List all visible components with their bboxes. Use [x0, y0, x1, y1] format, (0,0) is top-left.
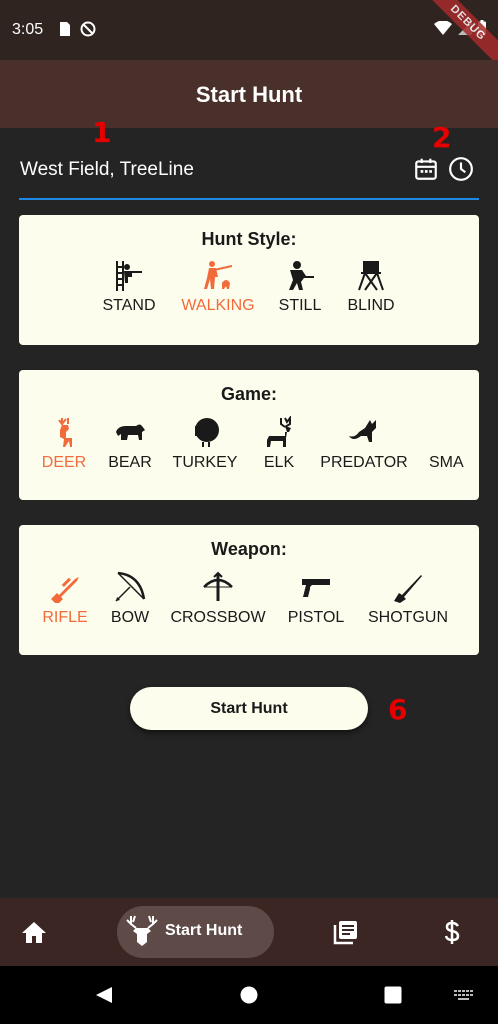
predator-icon	[349, 420, 376, 442]
journal-icon	[333, 921, 357, 945]
hunt-style-blind[interactable]: BLIND	[339, 259, 403, 315]
weapon-label: BOW	[110, 609, 150, 626]
bottom-nav: Start Hunt	[0, 898, 498, 966]
annotation-6: 6	[388, 693, 408, 726]
sd-card-icon	[60, 22, 70, 36]
weapon-label: PISTOL	[287, 609, 345, 626]
game-turkey[interactable]: TURKEY	[171, 416, 239, 472]
shotgun-icon	[394, 575, 422, 603]
crossbow-icon	[203, 571, 233, 601]
page-title: Start Hunt	[195, 82, 303, 107]
annotation-1: 1	[92, 116, 112, 149]
clock-icon[interactable]	[448, 156, 474, 182]
rifle-icon	[51, 577, 79, 603]
wifi-icon	[434, 20, 452, 35]
hunt-style-card: Hunt Style: STAND WALKING STILL BLIND	[19, 215, 479, 345]
elk-icon	[267, 416, 291, 447]
nav-pricing[interactable]	[432, 898, 472, 966]
game-label: TURKEY	[172, 454, 238, 471]
hunt-style-stand[interactable]: STAND	[99, 259, 159, 315]
game-label: BEAR	[108, 454, 152, 471]
no-disturb-icon	[80, 21, 96, 37]
hunt-style-label: STILL	[278, 297, 322, 314]
pistol-icon	[302, 579, 330, 597]
game-bear[interactable]: BEAR	[103, 416, 157, 472]
weapon-card: Weapon: RIFLE BOW CROSSBOW PISTOL SHOTGU…	[19, 525, 479, 655]
game-predator[interactable]: PREDATOR	[319, 416, 409, 472]
home-system-icon[interactable]	[240, 986, 258, 1004]
bear-icon	[116, 424, 145, 440]
game-small-game[interactable]: SMA	[423, 416, 479, 472]
weapon-bow[interactable]: BOW	[103, 571, 157, 627]
weapon-label: CROSSBOW	[170, 609, 266, 626]
keyboard-icon[interactable]	[454, 990, 474, 1002]
nav-active-label: Start Hunt	[165, 922, 243, 939]
location-input[interactable]: West Field, TreeLine	[20, 159, 194, 181]
deer-head-icon	[126, 915, 158, 946]
status-time: 3:05	[12, 21, 44, 38]
weapon-label: RIFLE	[42, 609, 88, 626]
hunt-style-walking[interactable]: WALKING	[177, 259, 259, 315]
dollar-icon	[444, 920, 460, 944]
walking-hunter-icon	[204, 261, 233, 289]
weapon-rifle[interactable]: RIFLE	[35, 571, 95, 627]
still-hunter-icon	[289, 261, 314, 290]
game-title: Game:	[220, 384, 278, 404]
hunt-style-label: WALKING	[181, 297, 255, 314]
hunt-style-label: BLIND	[347, 297, 395, 314]
nav-home[interactable]	[14, 898, 54, 966]
deer-icon	[58, 418, 72, 447]
game-label: ELK	[263, 454, 295, 471]
hunt-style-title: Hunt Style:	[201, 229, 297, 249]
status-bar: 3:05 DEBUG	[0, 0, 498, 72]
calendar-icon[interactable]	[413, 156, 439, 182]
hunt-style-still[interactable]: STILL	[273, 259, 327, 315]
weapon-shotgun[interactable]: SHOTGUN	[363, 571, 453, 627]
nav-start-hunt[interactable]: Start Hunt	[117, 906, 274, 958]
bow-icon	[115, 571, 146, 602]
stand-icon	[116, 261, 142, 291]
recents-icon[interactable]	[384, 986, 402, 1004]
game-label: PREDATOR	[320, 454, 408, 471]
weapon-title: Weapon:	[211, 539, 287, 559]
weapon-crossbow[interactable]: CROSSBOW	[169, 571, 267, 627]
nav-journal[interactable]	[326, 898, 366, 966]
system-nav-bar	[0, 966, 498, 1024]
back-icon[interactable]	[94, 985, 114, 1005]
app-bar: Start Hunt	[0, 60, 498, 128]
game-deer[interactable]: DEER	[35, 416, 93, 472]
game-label: SMA	[429, 454, 464, 471]
game-elk[interactable]: ELK	[255, 416, 303, 472]
weapon-pistol[interactable]: PISTOL	[281, 571, 351, 627]
blind-icon	[358, 261, 384, 291]
hunt-style-label: STAND	[102, 297, 156, 314]
start-hunt-button[interactable]: Start Hunt	[130, 687, 368, 730]
home-icon	[22, 922, 46, 943]
game-card: Game: DEER BEAR TURKEY ELK PREDATOR SMA	[19, 370, 479, 500]
game-label: DEER	[41, 454, 87, 471]
weapon-label: SHOTGUN	[368, 609, 448, 626]
location-field[interactable]: West Field, TreeLine	[19, 150, 479, 200]
turkey-icon	[195, 418, 219, 447]
